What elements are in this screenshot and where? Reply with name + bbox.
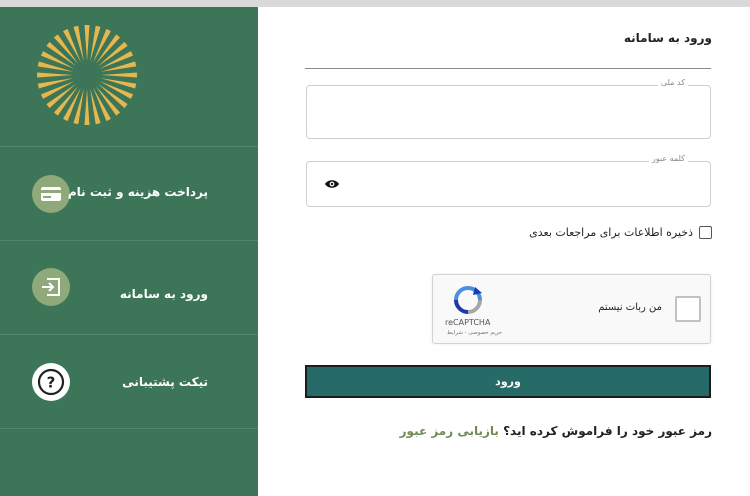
svg-text:?: ? [47, 374, 56, 392]
sidebar-item-label: ورود به سامانه [119, 287, 208, 301]
remember-checkbox[interactable] [699, 226, 712, 239]
recaptcha-label: من ربات نیستم [598, 302, 662, 313]
question-icon: ? [32, 363, 70, 401]
divider [0, 428, 258, 429]
recaptcha-brand: reCAPTCHA [445, 318, 491, 327]
national-code-input[interactable] [307, 86, 710, 138]
login-button[interactable]: ورود [305, 365, 711, 398]
forgot-password-text: رمز عبور خود را فراموش کرده اید؟ [503, 424, 712, 438]
sidebar-item-payment-registration[interactable]: پرداخت هزینه و ثبت نام [0, 147, 258, 240]
card-icon [32, 175, 70, 213]
top-bar [0, 0, 750, 7]
remember-me[interactable]: ذخیره اطلاعات برای مراجعات بعدی [529, 226, 712, 239]
recaptcha-checkbox[interactable] [675, 296, 701, 322]
university-logo-icon [37, 25, 137, 125]
password-field[interactable]: کلمه عبور [306, 154, 711, 207]
sidebar-item-label: پرداخت هزینه و ثبت نام [67, 185, 208, 199]
recover-password-link[interactable]: بازیابی رمز عبور [400, 424, 499, 438]
recaptcha-widget[interactable]: من ربات نیستم reCAPTCHA حریم خصوصی - شرا… [432, 274, 711, 344]
login-icon [32, 268, 70, 306]
recaptcha-links[interactable]: حریم خصوصی - شرایط [447, 330, 502, 336]
password-input[interactable] [307, 162, 710, 206]
sidebar-item-support-ticket[interactable]: ? تیکت پشتیبانی [0, 335, 258, 428]
title-underline [305, 68, 711, 69]
eye-icon[interactable] [324, 178, 340, 190]
sidebar-item-label: تیکت پشتیبانی [122, 375, 208, 389]
page-title: ورود به سامانه [623, 31, 712, 45]
remember-label: ذخیره اطلاعات برای مراجعات بعدی [529, 226, 693, 239]
forgot-password-row: رمز عبور خود را فراموش کرده اید؟ بازیابی… [400, 424, 712, 438]
sidebar-item-login[interactable]: ورود به سامانه [0, 241, 258, 334]
recaptcha-logo-icon [454, 286, 482, 314]
national-code-field[interactable]: کد ملی [306, 78, 711, 139]
sidebar: پرداخت هزینه و ثبت نام ورود به سامانه ? … [0, 7, 258, 496]
login-panel: ورود به سامانه کد ملی کلمه عبور ذخیره اط… [258, 7, 750, 496]
